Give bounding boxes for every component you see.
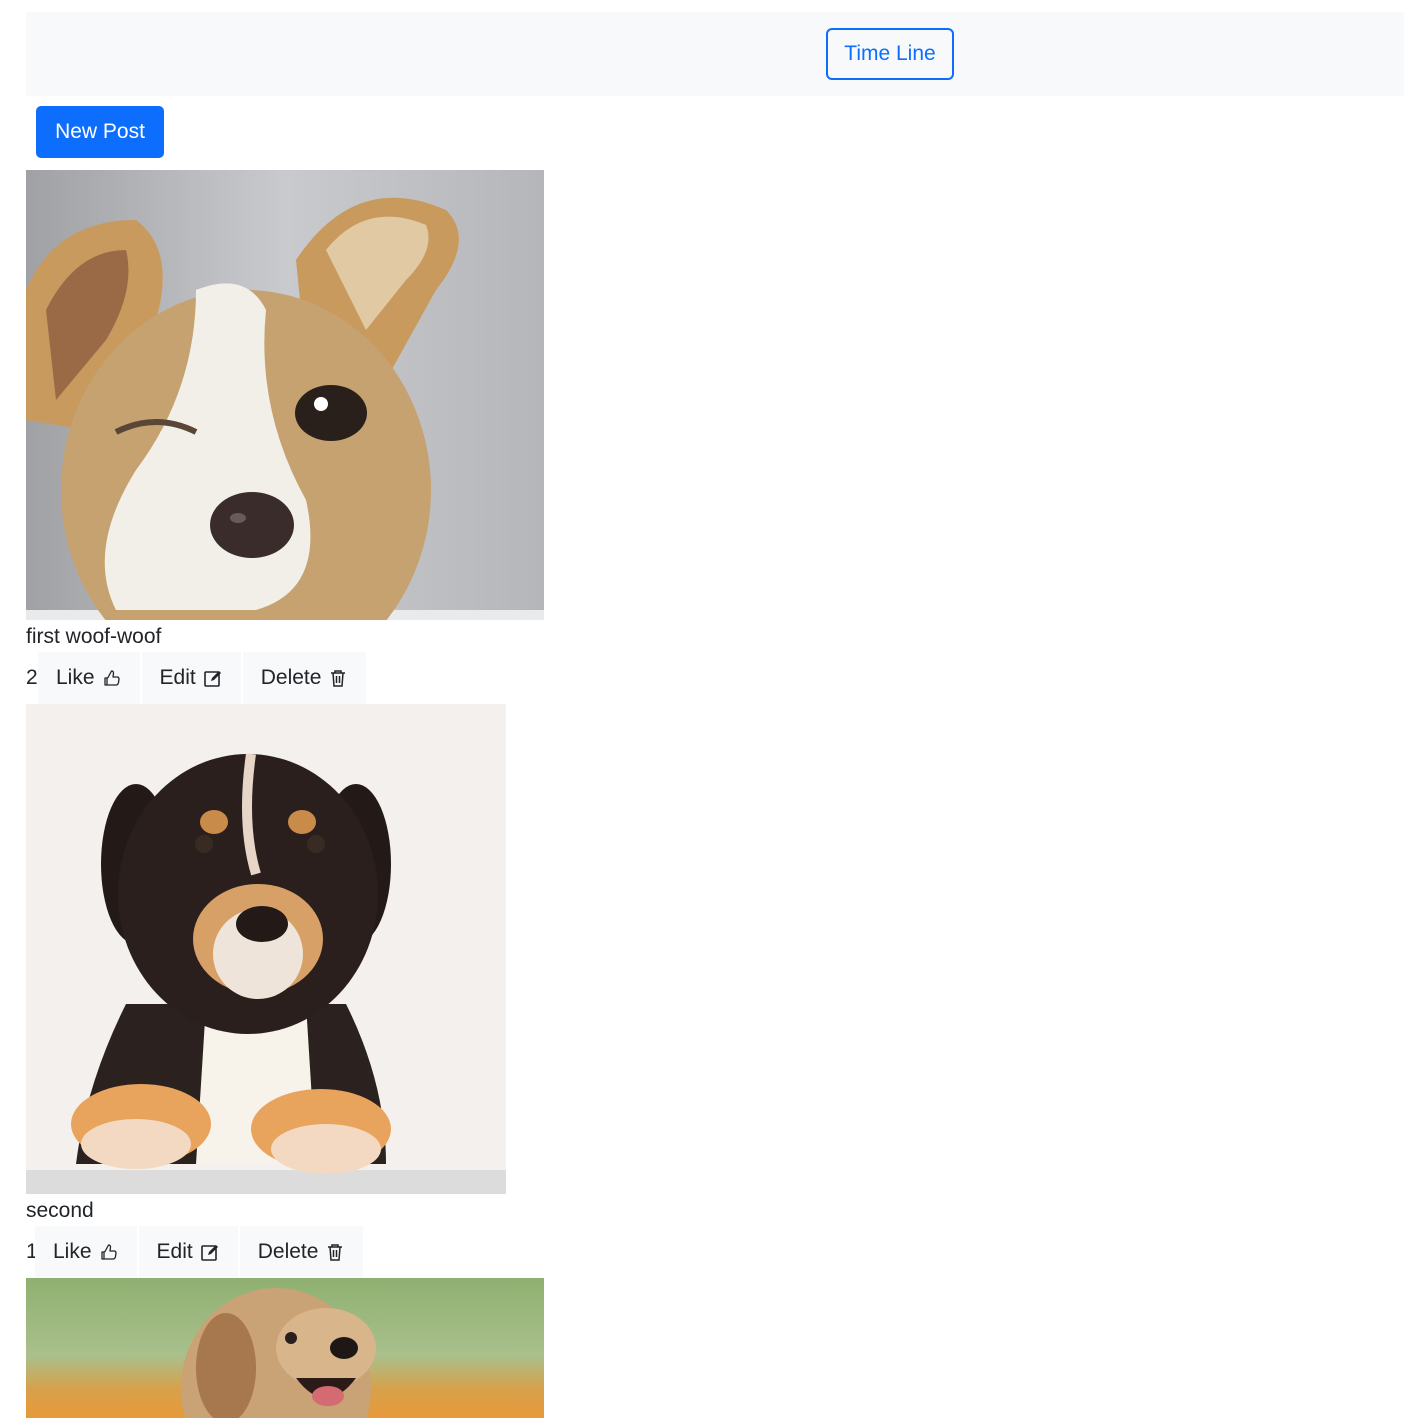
post-caption: second [26, 1199, 94, 1222]
post-image [26, 170, 544, 620]
like-label: Like [56, 666, 95, 689]
delete-label: Delete [260, 666, 322, 689]
trash-icon [328, 1244, 343, 1261]
like-button[interactable]: Like [35, 1226, 137, 1278]
edit-label: Edit [159, 666, 196, 689]
post-image [26, 1278, 544, 1418]
delete-label: Delete [257, 1240, 319, 1263]
pencil-square-icon [203, 671, 221, 687]
top-navbar: Time Line [26, 12, 1404, 96]
like-count: 2 [26, 666, 38, 689]
edit-button[interactable]: Edit [141, 652, 241, 704]
edit-label: Edit [156, 1240, 193, 1263]
timeline-button[interactable]: Time Line [826, 28, 954, 80]
new-post-button[interactable]: New Post [36, 106, 164, 158]
post-actions: Like Edit Delete [35, 1226, 364, 1278]
pencil-square-icon [200, 1245, 218, 1261]
thumbs-up-icon [103, 670, 120, 686]
delete-button[interactable]: Delete [242, 652, 367, 704]
delete-button[interactable]: Delete [239, 1226, 364, 1278]
post-image [26, 704, 506, 1194]
post-actions: Like Edit Delete [38, 652, 367, 704]
trash-icon [331, 670, 346, 687]
thumbs-up-icon [100, 1244, 117, 1260]
post-caption: first woof-woof [26, 625, 162, 648]
edit-button[interactable]: Edit [138, 1226, 238, 1278]
like-button[interactable]: Like [38, 652, 140, 704]
like-label: Like [53, 1240, 92, 1263]
